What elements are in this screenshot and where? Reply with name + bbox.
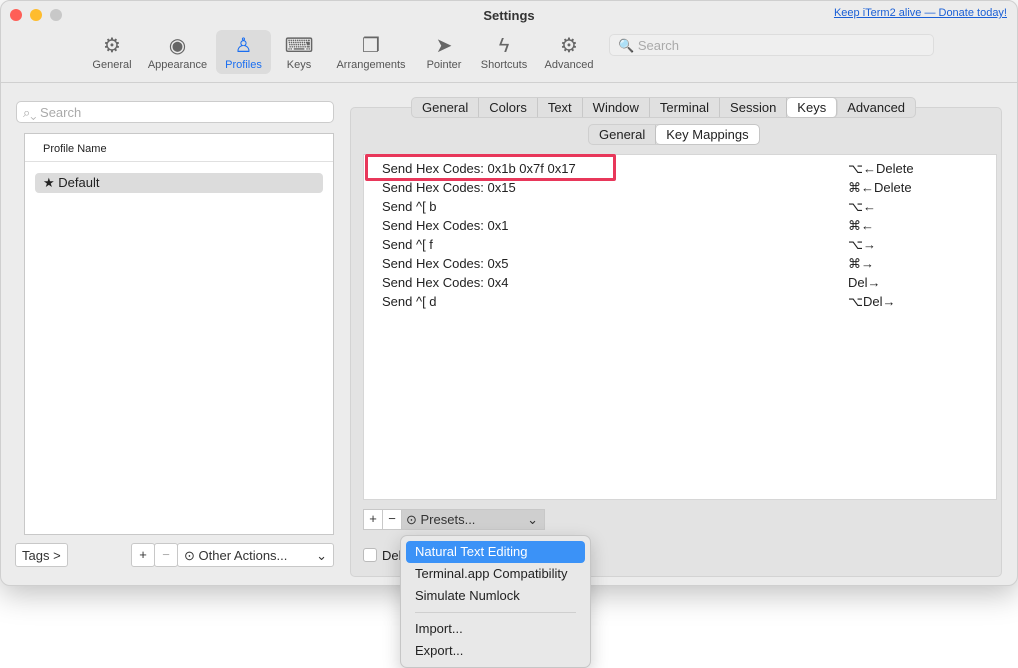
checkbox[interactable]: [363, 548, 377, 562]
keyboard-icon: ⌨: [284, 35, 314, 57]
mapping-action: Send ^[ d: [382, 294, 437, 309]
mapping-key: ⌥←: [848, 199, 876, 214]
subtabs-bar: General Key Mappings: [588, 124, 760, 145]
toolbar-label: Profiles: [225, 59, 262, 71]
presets-menu: Natural Text Editing Terminal.app Compat…: [400, 535, 591, 668]
settings-window: Settings Keep iTerm2 alive — Donate toda…: [0, 0, 1018, 586]
table-row[interactable]: Send ^[ d ⌥Del→: [382, 294, 982, 313]
table-row[interactable]: Send ^[ f ⌥→: [382, 237, 982, 256]
mapping-action: Send Hex Codes: 0x15: [382, 180, 516, 195]
profile-row-default[interactable]: ★ Default: [35, 173, 323, 193]
key-mappings-table: Send Hex Codes: 0x1b 0x7f 0x17 ⌥←Delete Se…: [363, 154, 997, 500]
mapping-action: Send ^[ b: [382, 199, 437, 214]
bolt-icon: ϟ: [498, 35, 510, 57]
settings-search-input[interactable]: 🔍 Search: [609, 34, 934, 56]
toolbar-label: Keys: [286, 59, 312, 71]
search-placeholder: Search: [637, 38, 680, 53]
highlight-annotation: [365, 154, 616, 181]
presets-label: Presets...: [420, 512, 476, 527]
profile-list: Profile Name ★ Default: [24, 133, 334, 535]
tab-window[interactable]: Window: [583, 98, 650, 117]
menu-item-natural-text-editing[interactable]: Natural Text Editing: [406, 541, 585, 563]
mapping-action: Send ^[ f: [382, 237, 433, 252]
mapping-key: ⌥←Delete: [848, 161, 914, 176]
person-icon: ♙: [234, 35, 253, 57]
toolbar-label: Shortcuts: [480, 59, 528, 71]
mapping-key: Del→: [848, 275, 881, 290]
tab-general[interactable]: General: [412, 98, 480, 117]
table-row[interactable]: Send Hex Codes: 0x5 ⌘→: [382, 256, 982, 275]
search-placeholder: Search: [40, 105, 82, 120]
star-icon: ★: [43, 175, 55, 190]
table-row[interactable]: Send Hex Codes: 0x4 Del→: [382, 275, 982, 294]
column-header[interactable]: Profile Name: [25, 134, 333, 162]
toolbar-arrangements[interactable]: ❐ Arrangements: [330, 30, 412, 74]
toolbar-shortcuts[interactable]: ϟ Shortcuts: [474, 30, 534, 74]
checkbox-label: Del: [382, 548, 402, 563]
tab-colors[interactable]: Colors: [479, 98, 538, 117]
mapping-key: ⌘←Delete: [848, 180, 912, 195]
add-profile-button[interactable]: +: [131, 543, 155, 567]
toolbar-profiles[interactable]: ♙ Profiles: [216, 30, 271, 74]
toolbar-appearance[interactable]: ◉ Appearance: [141, 30, 214, 74]
mapping-action: Send Hex Codes: 0x5: [382, 256, 509, 271]
toolbar-advanced[interactable]: ⚙ Advanced: [537, 30, 601, 74]
gear-icon: ⚙: [103, 35, 121, 57]
tab-keys[interactable]: Keys: [787, 98, 838, 117]
tab-key-mappings[interactable]: Key Mappings: [656, 125, 759, 144]
mapping-action: Send Hex Codes: 0x1: [382, 218, 509, 233]
toolbar-label: Advanced: [544, 59, 594, 71]
eye-icon: ◉: [168, 35, 187, 57]
toolbar-label: Pointer: [426, 59, 462, 71]
tab-text[interactable]: Text: [538, 98, 583, 117]
mapping-key: ⌘→: [848, 256, 874, 271]
other-actions-dropdown[interactable]: ⊙ Other Actions... ⌄: [177, 543, 334, 567]
toolbar-label: General: [92, 59, 132, 71]
mapping-key: ⌥→: [848, 237, 876, 252]
toolbar-divider: [1, 82, 1017, 83]
table-row[interactable]: Send ^[ b ⌥←: [382, 199, 982, 218]
tabs-bar: General Colors Text Window Terminal Session Ke…: [411, 97, 917, 118]
menu-separator: [415, 612, 576, 613]
table-row[interactable]: Send Hex Codes: 0x15 ⌘←Delete: [382, 180, 982, 199]
toolbar-label: Appearance: [147, 59, 208, 71]
menu-item-simulate-numlock[interactable]: Simulate Numlock: [406, 585, 585, 607]
remove-profile-button[interactable]: −: [154, 543, 178, 567]
presets-dropdown[interactable]: ⊙ Presets... ⌄: [401, 509, 545, 530]
chevron-down-icon: ⌄: [316, 548, 327, 563]
mapping-action: Send Hex Codes: 0x4: [382, 275, 509, 290]
other-actions-label: Other Actions...: [198, 548, 288, 563]
profile-name: Default: [58, 175, 100, 190]
tab-general[interactable]: General: [589, 125, 657, 144]
add-mapping-button[interactable]: +: [363, 509, 383, 530]
donate-link[interactable]: Keep iTerm2 alive — Donate today!: [834, 7, 1007, 19]
tab-session[interactable]: Session: [720, 98, 788, 117]
toolbar-pointer[interactable]: ➤ Pointer: [419, 30, 469, 74]
tab-terminal[interactable]: Terminal: [650, 98, 721, 117]
toolbar-label: Arrangements: [336, 59, 406, 71]
tab-advanced[interactable]: Advanced: [837, 98, 915, 117]
toolbar-keys[interactable]: ⌨ Keys: [278, 30, 320, 74]
menu-item-export[interactable]: Export...: [406, 640, 585, 662]
mapping-key: ⌘←: [848, 218, 874, 233]
tags-button[interactable]: Tags >: [15, 543, 68, 567]
pointer-icon: ➤: [435, 35, 453, 57]
chevron-down-icon: ⌄: [527, 512, 538, 527]
remove-mapping-button[interactable]: −: [382, 509, 402, 530]
menu-item-import[interactable]: Import...: [406, 618, 585, 640]
toolbar-general[interactable]: ⚙ General: [89, 30, 135, 74]
mapping-key: ⌥Del→: [848, 294, 896, 309]
table-row[interactable]: Send Hex Codes: 0x1 ⌘←: [382, 218, 982, 237]
gears-icon: ⚙: [560, 35, 578, 57]
profile-search-input[interactable]: ⌕⌄ Search: [16, 101, 334, 123]
windows-icon: ❐: [362, 35, 380, 57]
menu-item-terminal-compat[interactable]: Terminal.app Compatibility: [406, 563, 585, 585]
